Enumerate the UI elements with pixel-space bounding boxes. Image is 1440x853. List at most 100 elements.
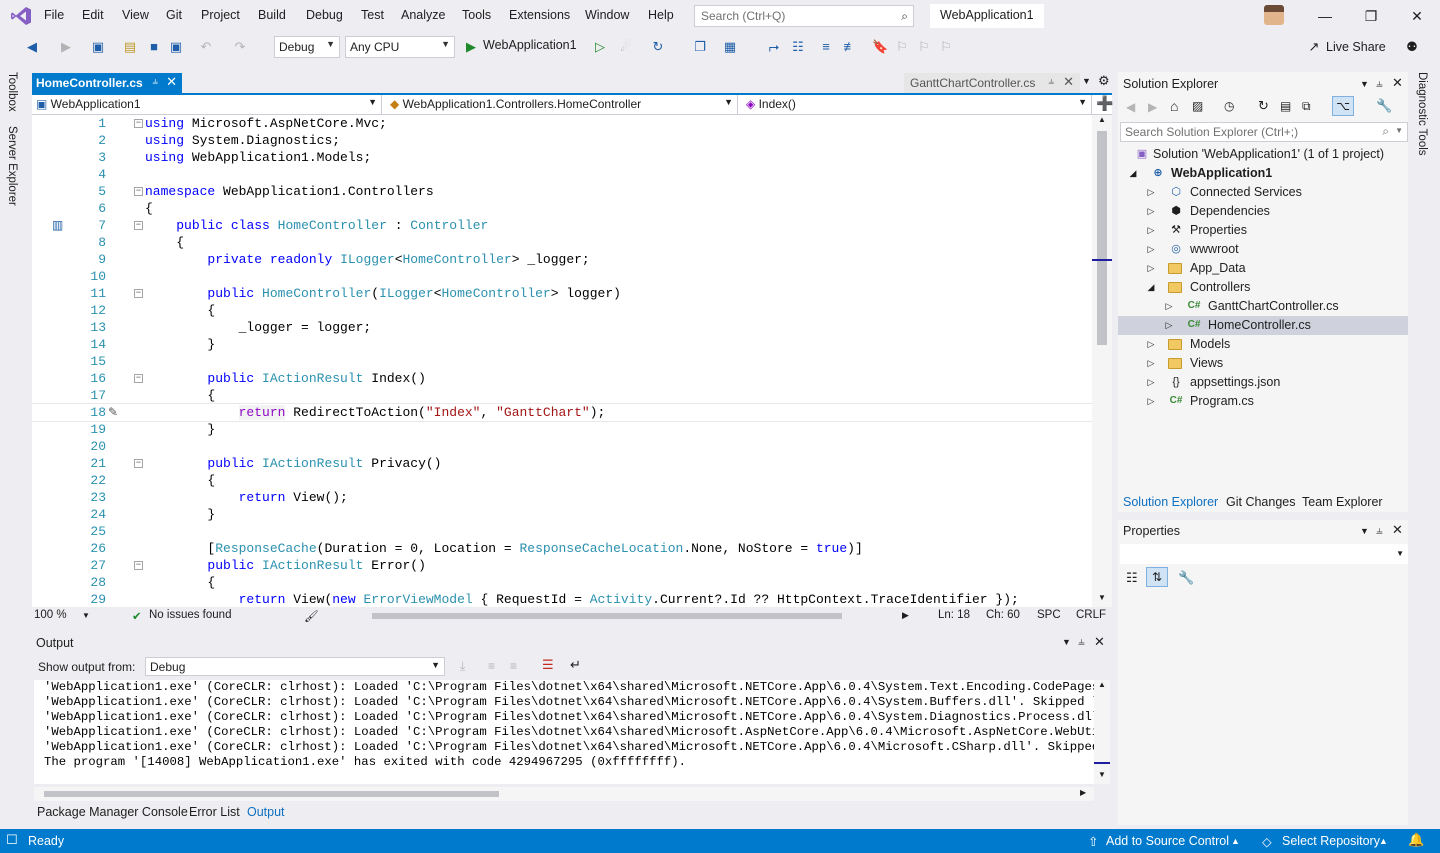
code-line[interactable]: 19 } <box>32 421 1092 438</box>
categorized-icon[interactable]: ☷ <box>1126 570 1138 586</box>
navigate-back-icon[interactable]: ◀ <box>24 39 40 55</box>
project-nav-select[interactable]: ▣ WebApplication1 ▼ <box>32 95 382 114</box>
scrollbar-thumb[interactable] <box>44 791 499 797</box>
live-share-button[interactable]: Live Share <box>1326 40 1386 54</box>
tab-solution-explorer[interactable]: Solution Explorer <box>1123 495 1218 509</box>
code-line[interactable]: 10 <box>32 268 1092 285</box>
add-source-control-button[interactable]: Add to Source Control <box>1106 834 1229 848</box>
code-line[interactable]: 8 { <box>32 234 1092 251</box>
menu-test[interactable]: Test <box>361 8 384 22</box>
fold-toggle-icon[interactable]: − <box>134 561 143 570</box>
fold-toggle-icon[interactable]: − <box>134 221 143 230</box>
pending-changes-icon[interactable]: ◷ <box>1224 99 1234 113</box>
solution-platform-select[interactable]: Any CPU ▼ <box>345 36 455 58</box>
menu-file[interactable]: File <box>44 8 64 22</box>
scroll-right-icon[interactable]: ▶ <box>902 610 909 621</box>
close-panel-icon[interactable]: ✕ <box>1392 522 1403 538</box>
code-line[interactable]: 21 − public IActionResult Privacy() <box>32 455 1092 472</box>
code-line[interactable]: 29 return View(new ErrorViewModel { Requ… <box>32 591 1092 607</box>
start-debugging-icon[interactable]: ▶ <box>463 39 479 55</box>
code-line[interactable]: 23 return View(); <box>32 489 1092 506</box>
expand-arrow-icon[interactable]: ▷ <box>1146 183 1156 202</box>
preview-selected-icon[interactable]: ⌥ <box>1332 96 1354 116</box>
expand-arrow-icon[interactable]: ▷ <box>1146 221 1156 240</box>
expand-arrow-icon[interactable]: ▷ <box>1146 202 1156 221</box>
expand-arrow-icon[interactable]: ▷ <box>1146 392 1156 411</box>
notifications-bell-icon[interactable]: 🔔 <box>1408 832 1424 848</box>
clear-bookmarks-icon[interactable]: ⚐ <box>938 39 954 55</box>
menu-build[interactable]: Build <box>258 8 286 22</box>
code-line[interactable]: 17 { <box>32 387 1092 404</box>
menu-git[interactable]: Git <box>166 8 182 22</box>
settings-gear-icon[interactable]: ⚙ <box>1098 73 1110 89</box>
next-bookmark-icon[interactable]: ⚐ <box>916 39 932 55</box>
column-number[interactable]: Ch: 60 <box>986 609 1020 621</box>
fold-toggle-icon[interactable]: − <box>134 119 143 128</box>
scroll-up-icon[interactable]: ▲ <box>1098 115 1106 124</box>
output-source-select[interactable]: Debug ▼ <box>145 657 445 676</box>
expand-arrow-icon[interactable]: ▷ <box>1164 297 1174 316</box>
code-line[interactable]: 6{ <box>32 200 1092 217</box>
code-editor[interactable]: 1− using Microsoft.AspNetCore.Mvc; 2 using … <box>32 115 1112 607</box>
properties-object-select[interactable]: ▼ <box>1120 544 1408 564</box>
code-line[interactable]: 4 <box>32 166 1092 183</box>
visual-studio-logo-icon[interactable] <box>10 6 32 26</box>
close-tab-icon[interactable]: ✕ <box>166 74 177 90</box>
refresh-icon[interactable]: ↻ <box>650 39 666 55</box>
whitespace-mode[interactable]: SPC <box>1037 609 1061 621</box>
tab-homecontroller[interactable]: HomeController.cs ⫨ ✕ <box>32 73 182 93</box>
member-nav-select[interactable]: ◈ Index() ▼ <box>742 95 1092 114</box>
save-icon[interactable]: ■ <box>146 39 162 55</box>
solution-search-input[interactable]: Search Solution Explorer (Ctrl+;) ⌕ ▼ <box>1120 122 1408 142</box>
close-panel-icon[interactable]: ✕ <box>1392 75 1403 91</box>
tree-item[interactable]: ▷ ⬡ Connected Services <box>1118 183 1408 202</box>
server-explorer-tab[interactable]: Server Explorer <box>6 126 18 206</box>
editor-vertical-scrollbar[interactable]: ▲ ▼ <box>1092 115 1112 607</box>
tree-item[interactable]: ▷ ◎ wwwroot <box>1118 240 1408 259</box>
browse-icon[interactable]: ❐ <box>692 39 708 55</box>
comment-icon[interactable]: ≡ <box>818 39 834 55</box>
menu-edit[interactable]: Edit <box>82 8 104 22</box>
forward-icon[interactable]: ▶ <box>1148 100 1157 114</box>
expand-arrow-icon[interactable]: ▷ <box>1146 240 1156 259</box>
tab-overflow-icon[interactable]: ▼ <box>1082 76 1091 86</box>
panel-menu-icon[interactable]: ▼ <box>1360 79 1369 89</box>
menu-window[interactable]: Window <box>585 8 629 22</box>
fold-toggle-icon[interactable]: − <box>134 289 143 298</box>
quick-actions-icon[interactable]: ✎ <box>108 405 118 419</box>
code-line[interactable]: 3 using WebApplication1.Models; <box>32 149 1092 166</box>
tree-project[interactable]: ◢ ⊕ WebApplication1 <box>1118 164 1408 183</box>
pin-icon[interactable]: ⫨ <box>1078 634 1085 649</box>
restore-button[interactable]: ❐ <box>1356 6 1386 26</box>
close-tab-icon[interactable]: ✕ <box>1063 74 1074 90</box>
code-line[interactable]: 20 <box>32 438 1092 455</box>
open-file-icon[interactable]: ▤ <box>122 39 138 55</box>
pin-icon[interactable]: ⫨ <box>1376 76 1383 91</box>
switch-views-icon[interactable]: ▨ <box>1192 99 1203 113</box>
tree-item[interactable]: ▷ C# HomeController.cs <box>1118 316 1408 335</box>
pin-icon[interactable]: ⫨ <box>152 76 158 87</box>
select-repository-button[interactable]: Select Repository <box>1282 834 1380 848</box>
tree-item[interactable]: ◢ Controllers <box>1118 278 1408 297</box>
editor-horizontal-scrollbar[interactable] <box>372 613 842 619</box>
next-message-icon[interactable]: ≡ <box>510 659 517 673</box>
code-line[interactable]: 2 using System.Diagnostics; <box>32 132 1092 149</box>
collapse-all-icon[interactable]: ▤ <box>1280 99 1291 113</box>
menu-project[interactable]: Project <box>201 8 240 22</box>
menu-help[interactable]: Help <box>648 8 674 22</box>
scroll-up-icon[interactable]: ▲ <box>1098 680 1106 689</box>
toolbox-tab[interactable]: Toolbox <box>6 72 18 112</box>
scroll-right-icon[interactable]: ▶ <box>1080 788 1086 797</box>
tab-package-manager-console[interactable]: Package Manager Console <box>37 805 188 819</box>
redo-icon[interactable]: ↷ <box>232 39 248 55</box>
step-icon[interactable]: ⮣ <box>766 39 782 55</box>
expand-arrow-icon[interactable]: ▷ <box>1146 335 1156 354</box>
home-icon[interactable]: ⌂ <box>1170 98 1178 114</box>
tree-item[interactable]: ▷ C# GanttChartController.cs <box>1118 297 1408 316</box>
tree-solution[interactable]: ▣ Solution 'WebApplication1' (1 of 1 pro… <box>1118 145 1408 164</box>
tree-item[interactable]: ▷ C# Program.cs <box>1118 392 1408 411</box>
output-vertical-scrollbar[interactable]: ▲ ▼ <box>1094 680 1110 784</box>
code-line[interactable]: 5 − namespace WebApplication1.Controllers <box>32 183 1092 200</box>
notifications-output-icon[interactable]: ☐ <box>6 832 18 848</box>
menu-extensions[interactable]: Extensions <box>509 8 570 22</box>
